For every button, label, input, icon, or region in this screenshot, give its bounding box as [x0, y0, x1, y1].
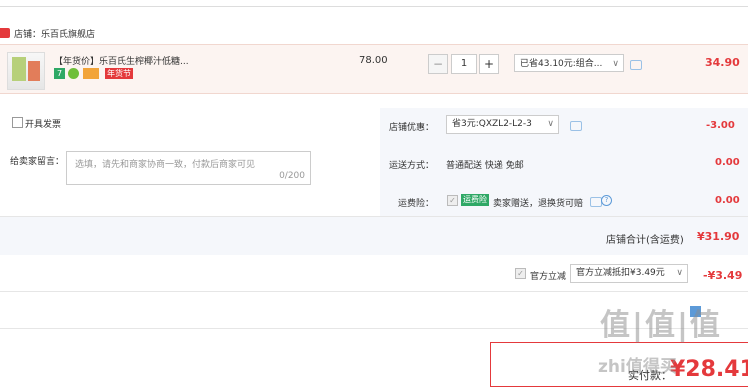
item-subtotal: 34.90 [705, 56, 740, 69]
platform-discount-value: 官方立减抵扣¥3.49元 [576, 268, 665, 278]
platform-discount-amount: -¥3.49 [703, 269, 743, 282]
coupon-value: 省3元:QXZL2-L2-3 [452, 119, 532, 129]
product-thumbnail[interactable] [7, 52, 45, 90]
invoice-checkbox[interactable] [12, 117, 23, 128]
pay-amount: ¥28.41 [670, 357, 748, 382]
platform-discount-select[interactable]: 官方立减抵扣¥3.49元 ∨ [570, 264, 688, 283]
shipping-method: 普通配送 快递 免邮 [446, 161, 524, 171]
shop-total-amount: ¥31.90 [697, 230, 740, 243]
tag-badge-icon [68, 68, 79, 79]
help-icon[interactable]: ? [601, 195, 612, 206]
shop-coupon-select[interactable]: 省3元:QXZL2-L2-3 ∨ [446, 115, 559, 134]
watermark-text: zhi值得买 [598, 357, 677, 377]
discount-label: 店铺优惠： [389, 123, 435, 133]
quantity-input[interactable]: 1 [451, 54, 477, 74]
invoice-label: 开具发票 [25, 120, 62, 130]
chevron-down-icon: ∨ [547, 119, 554, 129]
chat-icon[interactable] [630, 60, 642, 70]
insurance-badge: 运费险 [461, 194, 489, 206]
chevron-down-icon: ∨ [676, 268, 683, 278]
platform-discount-label: 官方立减 [530, 272, 567, 282]
insurance-checkbox[interactable]: ✓ [447, 195, 458, 206]
watermark-logo: 值|值|值 [600, 308, 722, 343]
unit-price: 78.00 [359, 55, 388, 66]
insurance-label: 运费险： [398, 199, 435, 209]
insurance-amount: 0.00 [715, 195, 740, 206]
message-placeholder: 选填，请先和商家协商一致，付款后商家可见 [75, 160, 256, 170]
tag-7day-icon: 7 [54, 68, 65, 79]
promotion-select[interactable]: 已省43.10元:组合... ∨ [514, 54, 624, 72]
shipping-label: 运送方式： [389, 161, 435, 171]
message-char-count: 0/200 [279, 171, 305, 181]
promotion-value: 已省43.10元:组合... [520, 59, 603, 69]
quantity-decrease-button[interactable]: − [428, 54, 448, 74]
product-title[interactable]: 【年货价】乐百氏生榨椰汁低糖... [54, 54, 189, 67]
quantity-increase-button[interactable]: + [479, 54, 499, 74]
shop-total-label: 店铺合计(含运费) [606, 235, 684, 246]
message-label: 给卖家留言： [10, 157, 65, 167]
shipping-amount: 0.00 [715, 157, 740, 168]
tag-new-year: 年货节 [105, 68, 133, 79]
shop-name[interactable]: 店铺：乐百氏旗舰店 [14, 27, 95, 40]
insurance-text: 卖家赠送，退换货可赔 [493, 199, 584, 209]
shop-badge-icon [0, 28, 10, 38]
seller-message-textarea[interactable]: 选填，请先和商家协商一致，付款后商家可见 0/200 [66, 151, 311, 185]
table-header-strip [0, 0, 748, 7]
chat-icon[interactable] [570, 121, 582, 131]
tag-card-icon [83, 68, 99, 79]
platform-discount-checkbox[interactable]: ✓ [515, 268, 526, 279]
chevron-down-icon: ∨ [612, 59, 619, 69]
discount-amount: -3.00 [706, 120, 735, 131]
